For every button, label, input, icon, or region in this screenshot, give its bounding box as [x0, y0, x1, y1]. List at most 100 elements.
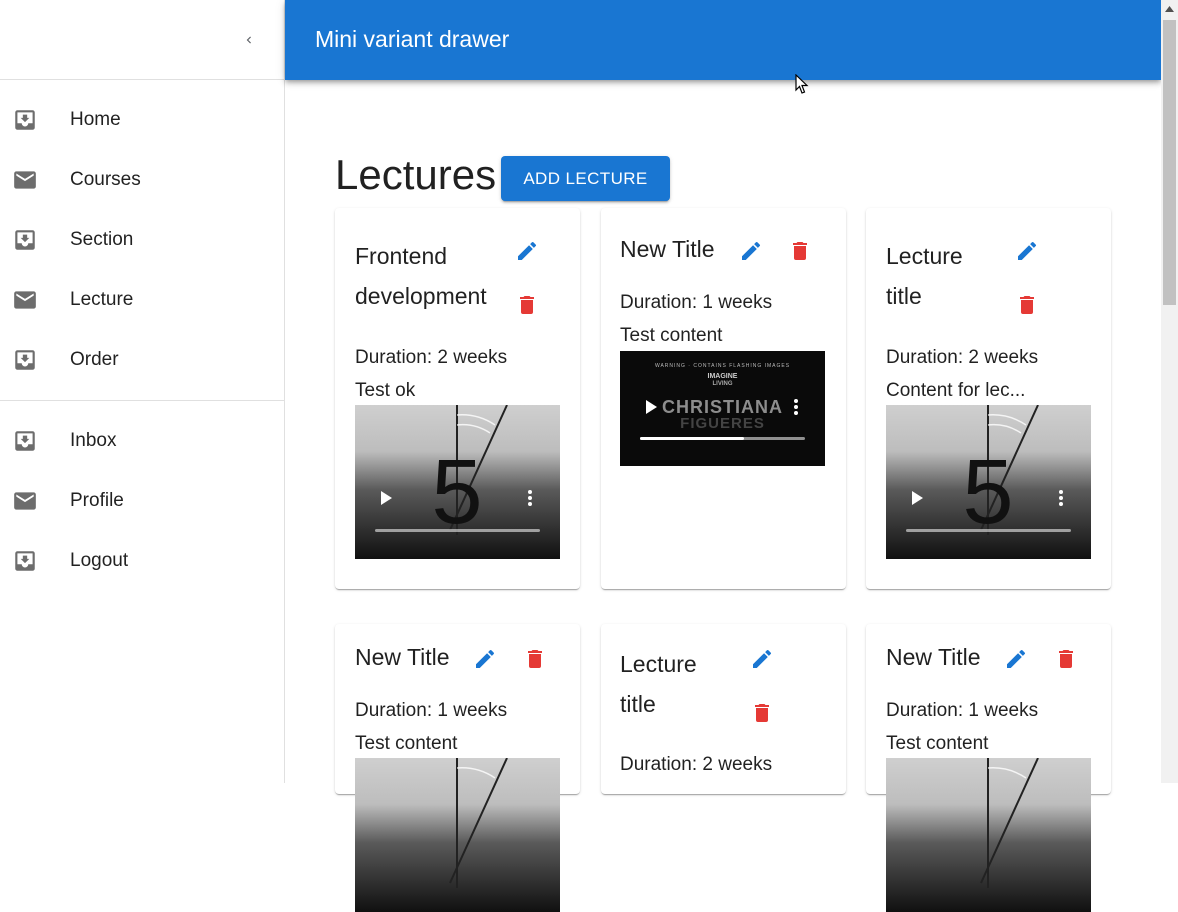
trash-icon	[1015, 293, 1039, 317]
card-title-line: New Title	[355, 644, 450, 670]
nav-item-courses[interactable]: Courses	[0, 150, 284, 210]
card-duration: Duration: 1 weeks	[355, 700, 508, 721]
nav-label-logout: Logout	[70, 550, 129, 571]
card-content: Test ok	[355, 380, 416, 401]
nav-item-home[interactable]: Home	[0, 90, 284, 150]
trash-icon	[1054, 647, 1078, 671]
delete-button[interactable]	[786, 237, 814, 265]
card-title-line: Frontend	[355, 243, 448, 269]
video-player[interactable]	[886, 758, 1091, 912]
card-duration: Duration: 2 weeks	[886, 347, 1039, 368]
pencil-icon	[1004, 647, 1028, 671]
nav-item-lecture[interactable]: Lecture	[0, 270, 284, 330]
lecture-card: Lecture title Duration: 2 weeks Content …	[866, 208, 1111, 589]
countdown-leader-graphic	[449, 758, 508, 888]
app-bar: Mini variant drawer	[285, 0, 1161, 80]
drawer-header	[0, 0, 284, 80]
card-title: Lecture title	[620, 644, 697, 724]
card-content: Content for lec...	[886, 380, 1026, 401]
nav-item-profile[interactable]: Profile	[0, 471, 284, 531]
countdown-digit: 5	[962, 441, 1013, 543]
mail-icon	[12, 287, 38, 313]
add-lecture-button[interactable]: ADD LECTURE	[501, 156, 670, 201]
delete-button[interactable]	[513, 291, 541, 319]
nav-item-section[interactable]: Section	[0, 210, 284, 270]
card-title-line: title	[620, 691, 656, 717]
edit-button[interactable]	[513, 237, 541, 265]
video-player[interactable]	[355, 758, 560, 912]
lecture-card: Lecture title Duration: 2 weeks	[601, 624, 846, 794]
trash-icon	[788, 239, 812, 263]
video-brand-text: LIVING	[712, 381, 733, 387]
mail-icon	[12, 167, 38, 193]
video-player[interactable]: WARNING · CONTAINS FLASHING IMAGES IMAGI…	[620, 351, 825, 466]
video-player[interactable]: 5	[886, 405, 1091, 559]
inbox-download-icon	[12, 107, 38, 133]
vertical-scrollbar[interactable]	[1161, 0, 1178, 783]
trash-icon	[750, 701, 774, 725]
card-title: Lecture title	[886, 236, 963, 316]
play-icon[interactable]	[379, 491, 393, 505]
secondary-nav-list: Inbox Profile Logout	[0, 411, 284, 591]
edit-button[interactable]	[748, 645, 776, 673]
card-title-line: development	[355, 283, 487, 309]
edit-button[interactable]	[737, 237, 765, 265]
card-title-line: New Title	[620, 236, 715, 262]
video-warning-text: WARNING · CONTAINS FLASHING IMAGES	[654, 363, 791, 369]
pencil-icon	[739, 239, 763, 263]
edit-button[interactable]	[471, 645, 499, 673]
nav-label-courses: Courses	[70, 169, 141, 190]
card-duration: Duration: 2 weeks	[355, 347, 508, 368]
chevron-left-icon	[246, 36, 251, 44]
card-title: New Title	[886, 637, 981, 677]
collapse-drawer-button[interactable]	[236, 27, 262, 53]
card-title: New Title	[355, 637, 450, 677]
nav-item-inbox[interactable]: Inbox	[0, 411, 284, 471]
inbox-download-icon	[12, 347, 38, 373]
pencil-icon	[515, 239, 539, 263]
video-player[interactable]: 5	[355, 405, 560, 559]
more-vert-icon[interactable]	[1058, 490, 1064, 506]
nav-label-inbox: Inbox	[70, 430, 117, 451]
lecture-card: New Title Duration: 1 weeks Test content	[335, 624, 580, 912]
primary-nav-list: Home Courses Section Lecture Order	[0, 80, 284, 390]
inbox-download-icon	[12, 428, 38, 454]
card-title: New Title	[620, 229, 715, 269]
more-vert-icon[interactable]	[793, 399, 799, 415]
card-content: Test content	[620, 325, 723, 346]
page-title: Lectures	[335, 151, 497, 198]
delete-button[interactable]	[521, 645, 549, 673]
nav-item-logout[interactable]: Logout	[0, 531, 284, 591]
card-content: Test content	[355, 733, 458, 754]
card-title-line: Lecture	[886, 243, 963, 269]
edit-button[interactable]	[1002, 645, 1030, 673]
pencil-icon	[473, 647, 497, 671]
nav-item-order[interactable]: Order	[0, 330, 284, 390]
trash-icon	[515, 293, 539, 317]
nav-divider	[0, 400, 284, 401]
card-duration: Duration: 1 weeks	[886, 700, 1039, 721]
video-brand-text: IMAGINE	[707, 373, 738, 380]
nav-label-section: Section	[70, 229, 134, 250]
video-progress-bar[interactable]	[375, 529, 540, 532]
play-icon[interactable]	[910, 491, 924, 505]
scroll-thumb[interactable]	[1163, 20, 1176, 305]
play-icon[interactable]	[644, 400, 658, 414]
delete-button[interactable]	[1013, 291, 1041, 319]
edit-button[interactable]	[1013, 237, 1041, 265]
delete-button[interactable]	[748, 699, 776, 727]
more-vert-icon[interactable]	[527, 490, 533, 506]
card-title-line: title	[886, 283, 922, 309]
pencil-icon	[1015, 239, 1039, 263]
side-drawer: Home Courses Section Lecture Order Inbox…	[0, 0, 285, 783]
countdown-leader-graphic: 5	[962, 405, 1039, 543]
video-subtitle-text: FIGUERES	[680, 415, 765, 432]
trash-icon	[523, 647, 547, 671]
video-progress-bar[interactable]	[906, 529, 1071, 532]
card-title-line: Lecture	[620, 651, 697, 677]
video-progress-fill	[640, 437, 744, 440]
lecture-card: Frontend development Duration: 2 weeks T…	[335, 208, 580, 589]
inbox-download-icon	[12, 227, 38, 253]
delete-button[interactable]	[1052, 645, 1080, 673]
scroll-up-arrow-icon[interactable]	[1161, 0, 1178, 17]
